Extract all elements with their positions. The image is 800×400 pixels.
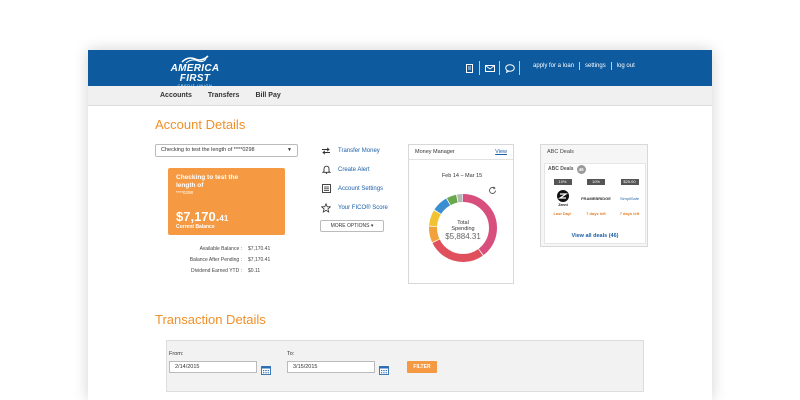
calendar-icon[interactable] [379,362,389,380]
zenni-logo: Zenni [547,185,578,211]
create-alert-link[interactable]: Create Alert [319,160,388,179]
fico-score-link[interactable]: Your FICO® Score [319,198,388,217]
abc-deals-title: ABC Deals [547,149,574,155]
current-balance-amount: $7,170.41 [176,209,228,224]
account-settings-label: Account Settings [338,185,384,192]
deal-brand: FRAMEBRIDGE [581,195,611,201]
deal-item[interactable]: 10% FRAMEBRIDGE 7 days left [581,179,612,216]
money-manager-header: Money Manager View [409,145,513,160]
from-label: From: [169,351,184,357]
bell-icon [319,165,333,174]
transaction-filter-panel: From: 2/14/2015 To: 3/15/2015 FILTER [166,340,644,392]
deal-brand: Zenni [558,203,567,207]
abc-deals-panel: ABC Deals 46 10% Zenni Last Day! 10% FRA… [544,163,646,244]
account-select[interactable]: Checking to test the length of ****0298 … [155,144,298,157]
logout-link[interactable]: log out [612,62,640,70]
abc-deals-card: ABC Deals ABC Deals 46 10% Zenni Last Da… [540,144,648,247]
view-all-deals-link[interactable]: View all deals (46) [545,233,645,239]
money-manager-view-link[interactable]: View [495,149,507,155]
account-select-value: Checking to test the length of ****0298 [161,147,255,153]
nav-item-accounts[interactable]: Accounts [160,92,192,99]
card-account-name: Checking to test the length of [176,174,239,189]
header-links: apply for a loan settings log out [528,62,640,70]
header-icons [460,61,520,75]
balance-row-label: Dividend Earned YTD : [190,267,242,274]
balance-row-value: $7,170.41 [248,256,271,263]
deals-list: 10% Zenni Last Day! 10% FRAMEBRIDGE 7 da… [547,179,645,216]
deal-note: Last Day! [553,211,572,216]
star-icon [319,202,333,213]
balance-row-value: $0.11 [248,267,261,274]
balance-row: Available Balance : $7,170.41 [162,243,292,254]
spending-donut-chart[interactable]: Total Spending $5,884.31 [426,191,500,265]
deal-item[interactable]: $25.00 SimpliSafe 7 days left [614,179,645,216]
logo-name: AMERICA FIRST [170,63,220,84]
account-details-title: Account Details [155,117,246,132]
calendar-icon[interactable] [261,362,271,380]
app-window: AMERICA FIRST CREDIT UNION apply for a l… [88,50,712,400]
america-first-logo[interactable]: AMERICA FIRST CREDIT UNION [156,55,234,88]
date-range: Feb 14 – Mar 15 [441,173,483,179]
deal-note: 7 days left [619,211,640,216]
abc-deals-subheader: ABC Deals 46 [545,164,645,175]
card-account-number: ****0298 [176,190,194,195]
balance-row-label: Available Balance : [199,245,242,252]
balance-row-label: Balance After Pending : [189,256,242,263]
account-settings-link[interactable]: Account Settings [319,179,388,198]
filter-button[interactable]: FILTER [407,361,437,373]
balance-row-value: $7,170.41 [248,245,271,252]
transfer-money-link[interactable]: Transfer Money [319,141,388,160]
main-nav: Accounts Transfers Bill Pay [88,86,712,106]
transaction-details-title: Transaction Details [155,312,266,327]
nav-item-bill-pay[interactable]: Bill Pay [255,92,280,99]
deal-brand: SimpliSafe [619,195,640,201]
transfer-icon [319,146,333,155]
deal-item[interactable]: 10% Zenni Last Day! [547,179,578,216]
current-balance-label: Current Balance [176,224,215,230]
to-date-input[interactable]: 3/15/2015 [287,361,375,373]
abc-deals-subtitle: ABC Deals [548,166,574,172]
money-manager-card: Money Manager View Feb 14 – Mar 15 Total… [408,144,514,284]
total-spending-amount: $5,884.31 [445,232,481,241]
money-manager-title: Money Manager [415,149,455,155]
from-date-input[interactable]: 2/14/2015 [169,361,257,373]
top-bar: AMERICA FIRST CREDIT UNION apply for a l… [88,50,712,88]
transfer-money-label: Transfer Money [338,147,380,154]
balance-details: Available Balance : $7,170.41 Balance Af… [162,243,292,276]
nav-item-transfers[interactable]: Transfers [208,92,240,99]
apply-loan-link[interactable]: apply for a loan [528,62,581,70]
deal-note: 7 days left [586,211,606,216]
more-options-button[interactable]: MORE OPTIONS ▾ [320,220,384,232]
list-icon [319,184,333,193]
balance-card[interactable]: Checking to test the length of ****0298 … [168,168,285,235]
balance-whole: $7,170. [176,209,220,224]
settings-link[interactable]: settings [580,62,612,70]
balance-cents: 41 [219,214,229,223]
deals-count-badge: 46 [576,165,586,174]
framebridge-logo: FRAMEBRIDGE [581,185,612,211]
balance-row: Balance After Pending : $7,170.41 [162,254,292,265]
fico-score-label: Your FICO® Score [338,204,388,211]
mail-icon[interactable] [480,61,500,75]
create-alert-label: Create Alert [338,166,370,173]
simplisafe-logo: SimpliSafe [614,185,645,211]
document-icon[interactable] [460,61,480,75]
account-actions: Transfer Money Create Alert Account Sett… [319,141,388,217]
balance-row: Dividend Earned YTD : $0.11 [162,265,292,276]
caret-down-icon: ▼ [287,147,292,153]
chat-icon[interactable] [500,61,520,75]
to-label: To: [287,351,295,357]
